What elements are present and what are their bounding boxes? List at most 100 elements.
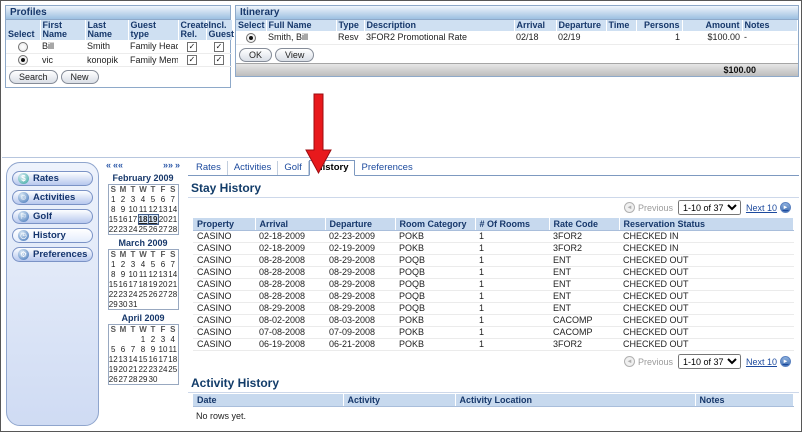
calendar-day[interactable]: 24	[158, 365, 168, 375]
calendar-day[interactable]: 23	[118, 290, 128, 300]
calendar-day[interactable]: 31	[128, 300, 138, 310]
page-range-select[interactable]: 1-10 of 37	[678, 200, 741, 215]
calendar-day[interactable]: 7	[168, 195, 178, 205]
calendar-day[interactable]: 4	[168, 335, 178, 345]
profile-select-radio[interactable]	[18, 55, 28, 65]
calendar-day[interactable]: 17	[128, 215, 138, 225]
next-10-link[interactable]: Next 10►	[746, 202, 791, 213]
calendar-day[interactable]: 29	[138, 375, 148, 385]
calendar-day[interactable]: 7	[168, 260, 178, 270]
calendar-day[interactable]: 18	[168, 355, 178, 365]
calendar-day[interactable]: 4	[138, 195, 148, 205]
calendar-day[interactable]: 12	[148, 270, 158, 280]
calendar-day[interactable]: 26	[148, 290, 158, 300]
page-range-select[interactable]: 1-10 of 37	[678, 354, 741, 369]
calendar-day[interactable]: 20	[118, 365, 128, 375]
calendar-day[interactable]: 20	[158, 215, 168, 225]
calendar-day[interactable]: 3	[158, 335, 168, 345]
calendar-day[interactable]: 15	[108, 280, 118, 290]
calendar-day[interactable]: 30	[148, 375, 158, 385]
calendar-day[interactable]: 28	[168, 225, 178, 235]
calendar-day[interactable]: 20	[158, 280, 168, 290]
calendar-day[interactable]: 14	[168, 205, 178, 215]
sidebar-item-activities[interactable]: ☺Activities	[12, 190, 93, 205]
calendar-day[interactable]: 21	[168, 215, 178, 225]
next-10-link[interactable]: Next 10►	[746, 356, 791, 367]
search-button[interactable]: Search	[9, 70, 58, 84]
tab-rates[interactable]: Rates	[190, 161, 228, 175]
calendar-day[interactable]: 24	[128, 290, 138, 300]
next-year-icon[interactable]: »»	[163, 160, 173, 170]
view-button[interactable]: View	[275, 48, 314, 62]
calendar-day[interactable]: 2	[118, 195, 128, 205]
calendar-day[interactable]: 8	[108, 205, 118, 215]
calendar-day[interactable]: 12	[108, 355, 118, 365]
calendar-day[interactable]: 28	[168, 290, 178, 300]
calendar-day[interactable]: 10	[128, 270, 138, 280]
ok-button[interactable]: OK	[239, 48, 272, 62]
sidebar-item-golf[interactable]: ⚐Golf	[12, 209, 93, 224]
calendar-day[interactable]: 26	[148, 225, 158, 235]
sidebar-item-history[interactable]: ◷History	[12, 228, 93, 243]
calendar-day[interactable]: 24	[128, 225, 138, 235]
calendar-day[interactable]: 22	[138, 365, 148, 375]
calendar-day[interactable]: 19	[148, 280, 158, 290]
calendar-day[interactable]: 25	[138, 225, 148, 235]
calendar-day[interactable]: 28	[128, 375, 138, 385]
calendar-day[interactable]: 8	[138, 345, 148, 355]
calendar-day[interactable]: 21	[128, 365, 138, 375]
sidebar-item-preferences[interactable]: ⚙Preferences	[12, 247, 93, 262]
calendar-day[interactable]: 26	[108, 375, 118, 385]
calendar-day[interactable]: 21	[168, 280, 178, 290]
calendar-day[interactable]: 17	[128, 280, 138, 290]
calendar-day[interactable]: 23	[148, 365, 158, 375]
calendar-day[interactable]: 1	[108, 260, 118, 270]
prev-month-icon[interactable]: «	[106, 160, 111, 170]
create-rel-checkbox[interactable]: ✓	[187, 42, 197, 52]
calendar-day[interactable]: 27	[158, 290, 168, 300]
calendar-day[interactable]: 22	[108, 290, 118, 300]
calendar-day[interactable]: 5	[148, 260, 158, 270]
sidebar-item-rates[interactable]: $Rates	[12, 171, 93, 186]
calendar-day[interactable]: 22	[108, 225, 118, 235]
calendar-day[interactable]: 14	[168, 270, 178, 280]
calendar-day[interactable]: 18	[138, 215, 148, 225]
calendar-day[interactable]: 23	[118, 225, 128, 235]
calendar-day[interactable]: 13	[158, 270, 168, 280]
calendar-day[interactable]: 27	[118, 375, 128, 385]
incl-guest-checkbox[interactable]: ✓	[214, 42, 224, 52]
calendar-day[interactable]: 5	[148, 195, 158, 205]
calendar-day[interactable]: 3	[128, 260, 138, 270]
calendar-day[interactable]: 2	[148, 335, 158, 345]
calendar-day[interactable]: 11	[168, 345, 178, 355]
calendar-day[interactable]: 5	[108, 345, 118, 355]
profile-select-radio[interactable]	[18, 42, 28, 52]
calendar-day[interactable]: 25	[138, 290, 148, 300]
calendar-day[interactable]: 16	[118, 215, 128, 225]
calendar-day[interactable]: 1	[108, 195, 118, 205]
calendar-day[interactable]: 6	[158, 260, 168, 270]
calendar-day[interactable]: 2	[118, 260, 128, 270]
calendar-day[interactable]: 17	[158, 355, 168, 365]
calendar-day[interactable]: 19	[148, 215, 158, 225]
calendar-day[interactable]: 4	[138, 260, 148, 270]
calendar-day[interactable]: 27	[158, 225, 168, 235]
calendar-day[interactable]: 9	[148, 345, 158, 355]
create-rel-checkbox[interactable]: ✓	[187, 55, 197, 65]
tab-activities[interactable]: Activities	[228, 161, 278, 175]
calendar-day[interactable]: 9	[118, 205, 128, 215]
calendar-day[interactable]: 3	[128, 195, 138, 205]
next-month-icon[interactable]: »	[175, 160, 180, 170]
calendar-day[interactable]: 16	[118, 280, 128, 290]
calendar-day[interactable]: 8	[108, 270, 118, 280]
calendar-day[interactable]: 10	[128, 205, 138, 215]
calendar-day[interactable]: 15	[138, 355, 148, 365]
calendar-day[interactable]: 16	[148, 355, 158, 365]
calendar-day[interactable]: 14	[128, 355, 138, 365]
calendar-day[interactable]: 12	[148, 205, 158, 215]
calendar-day[interactable]: 29	[108, 300, 118, 310]
calendar-day[interactable]: 10	[158, 345, 168, 355]
calendar-day[interactable]: 13	[118, 355, 128, 365]
calendar-day[interactable]: 9	[118, 270, 128, 280]
calendar-day[interactable]: 15	[108, 215, 118, 225]
